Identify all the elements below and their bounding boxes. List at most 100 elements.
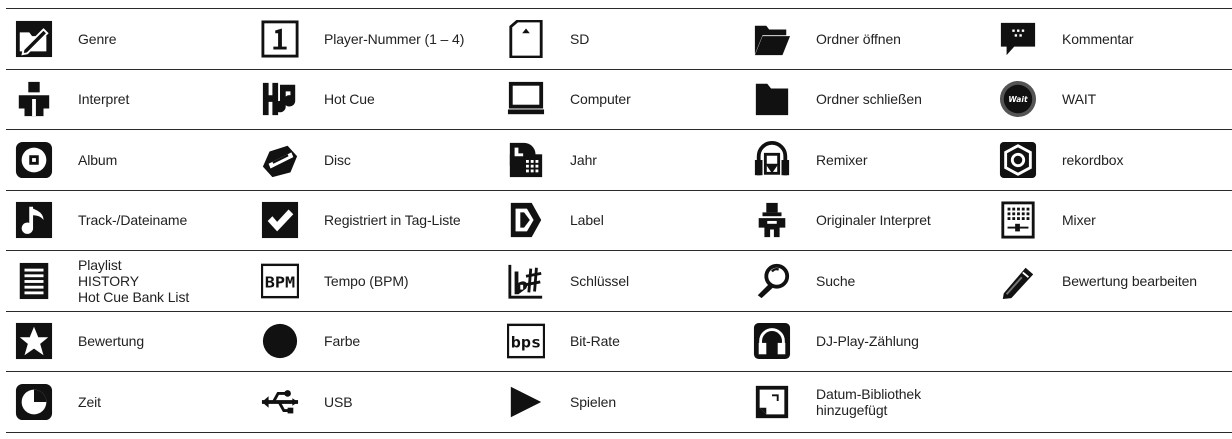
comment-icon [998,19,1038,59]
artist-icon [14,79,54,119]
legend-entry: Genre [6,9,252,70]
bpm-icon: BPM [260,261,300,301]
legend-label: Registriert in Tag-Liste [324,212,461,229]
legend-label: SD [570,30,590,47]
headphones-icon [752,321,792,361]
legend-label: Playlist HISTORY Hot Cue Bank List [78,256,190,305]
play-icon [506,382,546,422]
legend-label: Tempo (BPM) [324,272,409,289]
time-icon [14,382,54,422]
legend-entry: Label [498,191,744,251]
legend-entry: Disc [252,130,498,191]
legend-entry: bps Bit-Rate [498,312,744,372]
legend-label: Interpret [78,91,130,108]
empty-icon-slot [998,321,1038,361]
legend-label: DJ-Play-Zählung [816,333,919,350]
legend-label: Mixer [1062,212,1096,229]
icon-text: bps [511,334,541,352]
edit-rating-icon [998,261,1038,301]
legend-entry: Zeit [6,372,252,433]
wait-icon: Wait [998,79,1038,119]
legend-label: Ordner schließen [816,91,922,108]
icon-legend-table: Genre Player-Nummer (1 – 4) SD Ordner öffne… [6,8,1232,433]
rekordbox-icon [998,140,1038,180]
disc-icon [260,140,300,180]
legend-label: Zeit [78,393,101,410]
legend-entry [990,372,1232,433]
legend-entry: Schlüssel [498,251,744,312]
year-calendar-icon [506,140,546,180]
checkmark-icon [260,200,300,240]
legend-label: Bit-Rate [570,333,620,350]
legend-label: Album [78,151,118,168]
legend-entry: rekordbox [990,130,1232,191]
legend-entry: Wait WAIT [990,70,1232,130]
color-icon [260,321,300,361]
player-number-icon [260,19,300,59]
legend-label: Player-Nummer (1 – 4) [324,30,465,47]
album-icon [14,140,54,180]
legend-entry: BPM Tempo (BPM) [252,251,498,312]
legend-entry: Ordner schließen [744,70,990,130]
legend-entry: SD [498,9,744,70]
legend-entry: Originaler Interpret [744,191,990,251]
legend-label: Ordner öffnen [816,30,901,47]
legend-label: Disc [324,151,351,168]
legend-entry: Remixer [744,130,990,191]
legend-label: Schlüssel [570,272,630,289]
folder-closed-icon [752,79,792,119]
icon-text: BPM [265,273,295,291]
legend-entry: Spielen [498,372,744,433]
legend-label: Suche [816,272,856,289]
icon-text: Wait [1008,95,1028,104]
computer-icon [506,79,546,119]
date-added-icon [752,382,792,422]
legend-label: Farbe [324,333,361,350]
hot-cue-icon [260,79,300,119]
legend-entry: Mixer [990,191,1232,251]
legend-entry: DJ-Play-Zählung [744,312,990,372]
legend-entry: Computer [498,70,744,130]
legend-label: Kommentar [1062,30,1134,47]
legend-entry: Album [6,130,252,191]
legend-entry: Bewertung bearbeiten [990,251,1232,312]
legend-entry: Player-Nummer (1 – 4) [252,9,498,70]
legend-label: Computer [570,91,631,108]
legend-label: Track-/Dateiname [78,212,188,229]
legend-entry: Farbe [252,312,498,372]
legend-label: Label [570,212,604,229]
mixer-icon [998,200,1038,240]
legend-label: Datum-Bibliothek hinzugefügt [816,385,921,418]
music-note-icon [14,200,54,240]
legend-label: Jahr [570,151,597,168]
legend-entry: Ordner öffnen [744,9,990,70]
legend-label: Genre [78,30,117,47]
remixer-icon [752,140,792,180]
legend-entry: Registriert in Tag-Liste [252,191,498,251]
legend-label: rekordbox [1062,151,1124,168]
empty-icon-slot [998,382,1038,422]
folder-open-icon [752,19,792,59]
legend-entry: Playlist HISTORY Hot Cue Bank List [6,251,252,312]
legend-entry: USB [252,372,498,433]
key-icon [506,261,546,301]
legend-label: Spielen [570,393,617,410]
original-artist-icon [752,200,792,240]
legend-label: USB [324,393,353,410]
legend-entry: Suche [744,251,990,312]
star-icon [14,321,54,361]
legend-label: Originaler Interpret [816,212,931,229]
legend-entry [990,312,1232,372]
folder-edit-icon [14,19,54,59]
legend-label: Bewertung [78,333,145,350]
legend-label: Remixer [816,151,868,168]
legend-label: Bewertung bearbeiten [1062,272,1197,289]
bit-rate-icon: bps [506,321,546,361]
legend-label: WAIT [1062,91,1097,108]
legend-entry: Hot Cue [252,70,498,130]
label-icon [506,200,546,240]
legend-entry: Interpret [6,70,252,130]
playlist-icon [14,261,54,301]
sd-card-icon [506,19,546,59]
legend-entry: Kommentar [990,9,1232,70]
